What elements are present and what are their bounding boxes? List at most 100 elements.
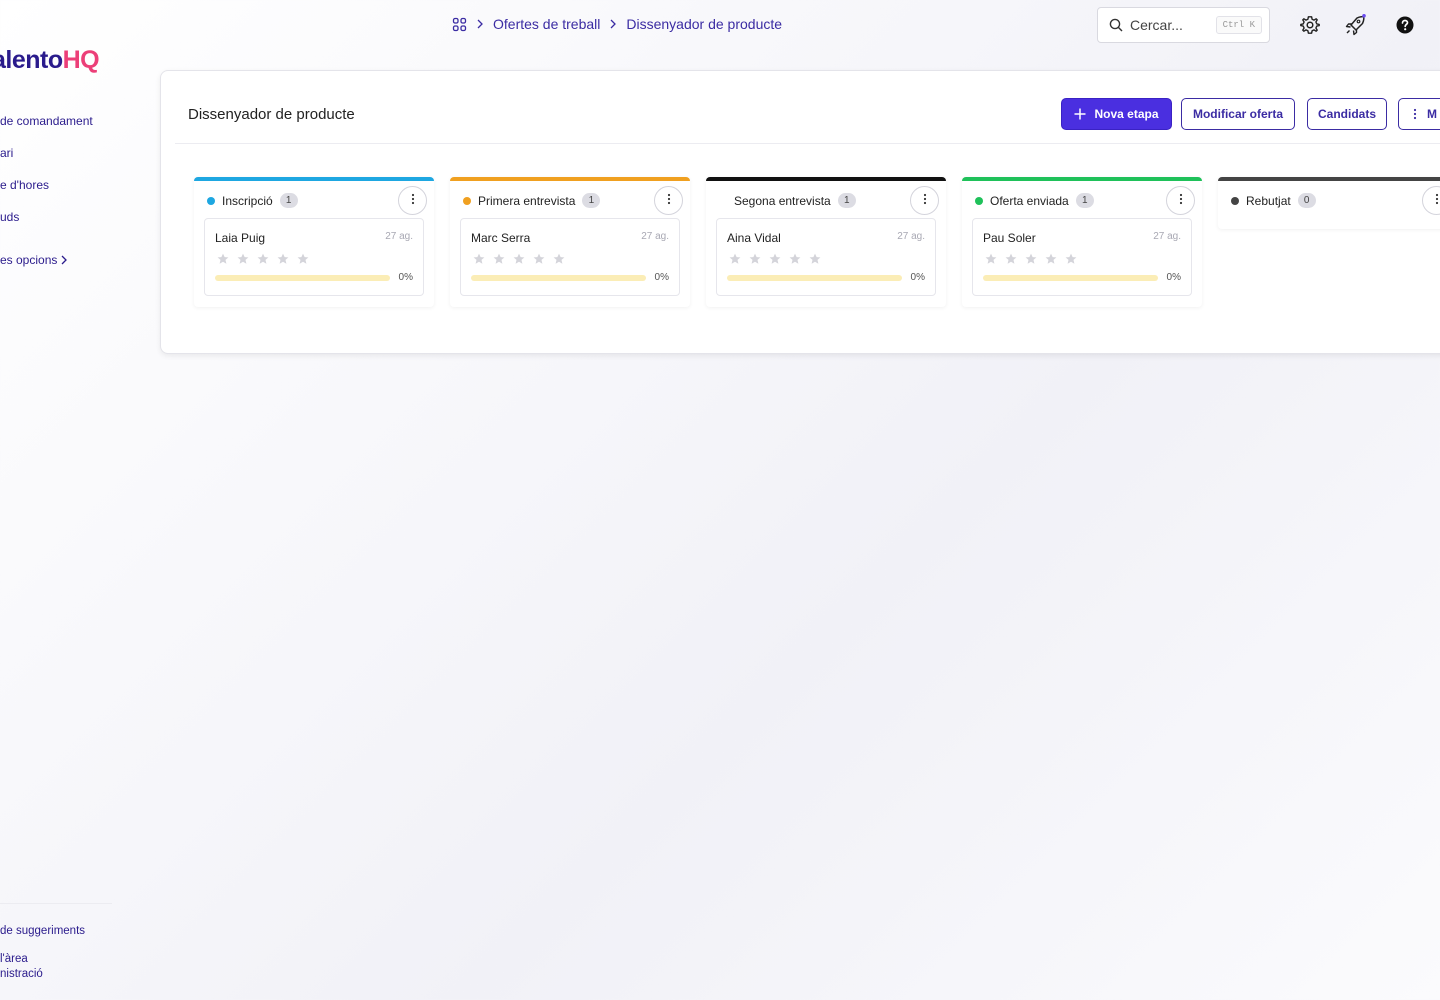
column-count-badge: 1 — [582, 193, 601, 208]
progress-bar — [727, 275, 902, 281]
column-color-bar — [706, 177, 946, 181]
sidebar-divider — [0, 903, 112, 904]
help-icon — [1396, 16, 1414, 34]
status-dot — [1231, 196, 1239, 205]
logo[interactable]: alentoHQ — [0, 46, 100, 75]
column-menu-button[interactable] — [1166, 186, 1195, 215]
star-icon[interactable] — [1005, 252, 1017, 270]
new-stage-label: Nova etapa — [1094, 107, 1159, 121]
star-icon[interactable] — [1045, 252, 1057, 270]
candidate-date: 27 ag. — [385, 231, 413, 242]
pipeline-column: Oferta enviada 1 Pau Soler 27 ag. 0% — [962, 177, 1202, 307]
progress-bar — [983, 275, 1158, 281]
plus-icon — [1074, 108, 1086, 120]
star-icon[interactable] — [297, 252, 309, 270]
sidebar-item-calendar[interactable]: ari — [0, 146, 13, 160]
column-header: Segona entrevista 1 — [719, 193, 856, 208]
column-title: Primera entrevista — [478, 193, 576, 208]
job-pipeline-panel: Dissenyador de producte Nova etapa Modif… — [160, 70, 1440, 354]
candidate-date: 27 ag. — [1153, 231, 1181, 242]
candidate-date: 27 ag. — [897, 231, 925, 242]
star-icon[interactable] — [769, 252, 781, 270]
progress-bar — [215, 275, 390, 281]
kebab-menu-icon — [923, 192, 927, 210]
sidebar-more-options[interactable]: es opcions — [0, 253, 68, 267]
search-placeholder: Cercar... — [1130, 17, 1183, 33]
search-icon — [1109, 18, 1123, 32]
progress-percent: 0% — [398, 272, 413, 283]
column-menu-button[interactable] — [654, 186, 683, 215]
candidate-card[interactable]: Aina Vidal 27 ag. 0% — [716, 218, 936, 296]
more-actions-label: M — [1427, 107, 1437, 121]
star-icon[interactable] — [533, 252, 545, 270]
star-icon[interactable] — [1025, 252, 1037, 270]
star-icon[interactable] — [513, 252, 525, 270]
candidate-card[interactable]: Marc Serra 27 ag. 0% — [460, 218, 680, 296]
settings-button[interactable] — [1299, 14, 1321, 36]
sidebar-item-dashboard[interactable]: de comandament — [0, 114, 93, 128]
candidate-date: 27 ag. — [641, 231, 669, 242]
kebab-menu-icon — [411, 192, 415, 210]
column-count-badge: 0 — [1297, 193, 1316, 208]
star-icon[interactable] — [1065, 252, 1077, 270]
candidate-name: Pau Soler — [983, 231, 1036, 245]
star-icon[interactable] — [729, 252, 741, 270]
star-icon[interactable] — [749, 252, 761, 270]
sidebar-item-timesheet[interactable]: e d'hores — [0, 178, 49, 192]
whats-new-button[interactable] — [1344, 14, 1366, 36]
sidebar-item-requests[interactable]: uds — [0, 210, 19, 224]
sidebar: alentoHQ de comandament ari e d'hores ud… — [0, 0, 150, 1000]
star-icon[interactable] — [277, 252, 289, 270]
grid-icon[interactable] — [452, 17, 467, 32]
search-input[interactable]: Cercar... Ctrl K — [1097, 7, 1270, 43]
column-color-bar — [450, 177, 690, 181]
column-count-badge: 1 — [1075, 193, 1094, 208]
pipeline-column: Segona entrevista 1 Aina Vidal 27 ag. 0% — [706, 177, 946, 307]
breadcrumb-job-offers[interactable]: Ofertes de treball — [493, 16, 600, 32]
column-menu-button[interactable] — [910, 186, 939, 215]
progress-percent: 0% — [910, 272, 925, 283]
rating-stars[interactable] — [729, 252, 821, 270]
panel-divider — [175, 143, 1440, 144]
new-stage-button[interactable]: Nova etapa — [1061, 98, 1172, 130]
candidate-name: Aina Vidal — [727, 231, 781, 245]
candidate-card[interactable]: Pau Soler 27 ag. 0% — [972, 218, 1192, 296]
column-count-badge: 1 — [279, 193, 298, 208]
candidates-button[interactable]: Candidats — [1307, 98, 1387, 130]
column-title: Inscripció — [222, 193, 273, 208]
rating-stars[interactable] — [217, 252, 309, 270]
star-icon[interactable] — [473, 252, 485, 270]
column-header: Oferta enviada 1 — [975, 193, 1094, 208]
column-menu-button[interactable] — [1422, 186, 1440, 215]
candidate-name: Marc Serra — [471, 231, 531, 245]
kebab-menu-icon — [1435, 192, 1439, 210]
progress-percent: 0% — [1166, 272, 1181, 283]
edit-offer-button[interactable]: Modificar oferta — [1181, 98, 1295, 130]
star-icon[interactable] — [553, 252, 565, 270]
rating-stars[interactable] — [985, 252, 1077, 270]
column-header: Rebutjat 0 — [1231, 193, 1316, 208]
chevron-right-icon — [477, 19, 483, 29]
rating-stars[interactable] — [473, 252, 565, 270]
star-icon[interactable] — [493, 252, 505, 270]
admin-area-label-line1: l'àrea — [0, 953, 28, 965]
admin-area-link[interactable]: l'àrea nistració — [0, 952, 43, 982]
admin-area-label-line2: nistració — [0, 968, 43, 980]
star-icon[interactable] — [809, 252, 821, 270]
help-button[interactable] — [1394, 14, 1416, 36]
more-actions-button[interactable]: M — [1398, 98, 1440, 130]
star-icon[interactable] — [237, 252, 249, 270]
star-icon[interactable] — [985, 252, 997, 270]
kebab-menu-icon — [1179, 192, 1183, 210]
column-header: Inscripció 1 — [207, 193, 298, 208]
star-icon[interactable] — [217, 252, 229, 270]
star-icon[interactable] — [789, 252, 801, 270]
star-icon[interactable] — [257, 252, 269, 270]
column-menu-button[interactable] — [398, 186, 427, 215]
page-title: Dissenyador de producte — [188, 106, 355, 123]
column-color-bar — [962, 177, 1202, 181]
candidate-card[interactable]: Laia Puig 27 ag. 0% — [204, 218, 424, 296]
suggestions-link[interactable]: de suggeriments — [0, 924, 85, 939]
candidate-name: Laia Puig — [215, 231, 266, 245]
column-color-bar — [194, 177, 434, 181]
